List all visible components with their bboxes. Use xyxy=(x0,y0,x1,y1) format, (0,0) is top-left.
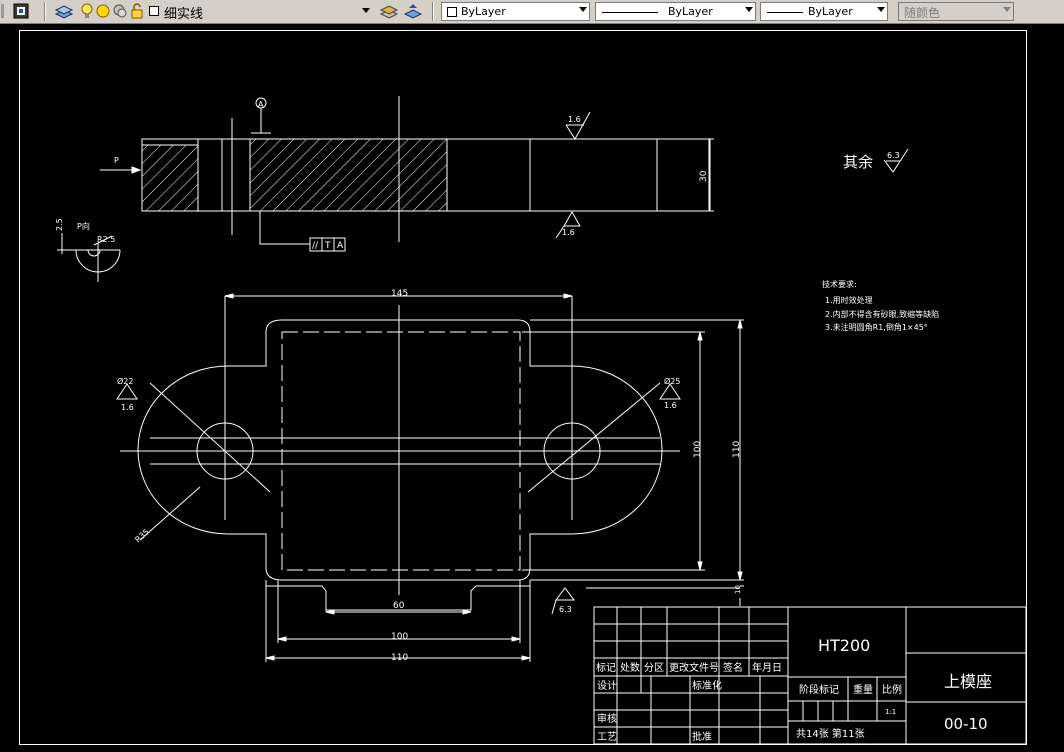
dimension-110-horizontal: 110 xyxy=(391,653,408,663)
title-part-name: 上模座 xyxy=(944,672,992,691)
detail-dimension-2-5: 2.5 xyxy=(55,218,64,231)
dimension-110-vertical: 110 xyxy=(732,441,742,458)
dimension-phi22: Ø22 xyxy=(117,376,133,386)
bulb-icon[interactable] xyxy=(80,2,94,20)
color-swatch-icon xyxy=(447,7,457,17)
match-properties-icon[interactable] xyxy=(10,2,32,20)
tolerance-datum: A xyxy=(337,241,344,251)
color-control-value: ByLayer xyxy=(461,5,506,18)
dimension-100-horizontal: 100 xyxy=(391,632,408,642)
chevron-down-icon[interactable] xyxy=(579,7,587,12)
viewport-freeze-icon[interactable] xyxy=(112,2,128,20)
chevron-down-icon[interactable] xyxy=(877,7,885,12)
properties-toolbar: 细实线 ByLayer ByLayer ByLayer 随颜色 xyxy=(0,0,1064,24)
toolbar-separator xyxy=(44,2,46,21)
view-arrow-label: P xyxy=(114,156,119,165)
title-material: HT200 xyxy=(818,636,870,655)
sheet-border xyxy=(19,30,1027,745)
dimension-145: 145 xyxy=(391,289,408,299)
linetype-preview xyxy=(602,12,658,13)
dimension-60: 60 xyxy=(393,601,405,611)
roughness-left-hole: 1.6 xyxy=(121,403,134,412)
roughness-top-value: 1.6 xyxy=(568,115,581,124)
linetype-control-dropdown[interactable]: ByLayer xyxy=(595,2,756,21)
sun-icon[interactable] xyxy=(96,2,110,20)
chevron-down-icon[interactable] xyxy=(1003,7,1011,12)
other-roughness-prefix: 其余 xyxy=(843,153,873,171)
title-review: 审核 xyxy=(597,712,617,725)
layer-dropdown[interactable]: 细实线 xyxy=(148,2,374,22)
title-scale-value: 1:1 xyxy=(885,708,896,716)
chevron-down-icon[interactable] xyxy=(745,7,753,12)
roughness-bottom-value: 1.6 xyxy=(562,228,575,237)
front-view xyxy=(100,96,714,252)
title-header-mark: 标记 xyxy=(596,662,616,674)
lineweight-control-value: ByLayer xyxy=(808,5,853,18)
thickness-dimension: 30 xyxy=(699,170,709,182)
plotstyle-control-dropdown[interactable]: 随颜色 xyxy=(898,2,1014,21)
model-space-canvas[interactable]: A P 30 1.6 1.6 // T A 2.5 P向 R2.5 其余 6.3… xyxy=(0,24,1064,748)
title-header-zone: 分区 xyxy=(644,662,664,674)
title-drawing-no: 00-10 xyxy=(944,715,988,733)
title-scale: 比例 xyxy=(882,683,902,696)
tolerance-value: T xyxy=(324,241,331,251)
cad-drawing: A P 30 1.6 1.6 // T A 2.5 P向 R2.5 其余 6.3… xyxy=(19,30,1027,745)
detail-radius: R2.5 xyxy=(97,235,115,244)
tech-req-3: 3.未注明圆角R1,倒角1×45° xyxy=(825,322,928,332)
layer-previous-icon[interactable] xyxy=(402,2,424,20)
other-roughness-value: 6.3 xyxy=(887,151,900,160)
tolerance-symbol: // xyxy=(312,241,319,251)
title-design: 设计 xyxy=(597,679,617,692)
dimension-phi25: Ø25 xyxy=(664,376,680,386)
title-header-change-doc: 更改文件号 xyxy=(669,661,719,674)
tech-req-2: 2.内部不得含有砂眼,致缩等缺陷 xyxy=(825,309,939,319)
title-header-count: 处数 xyxy=(620,661,640,674)
dimension-100-vertical: 100 xyxy=(693,441,703,458)
toolbar-separator xyxy=(432,2,434,21)
roughness-bottom-edge: 6.3 xyxy=(559,605,572,614)
title-header-date: 年月日 xyxy=(752,661,782,674)
title-process: 工艺 xyxy=(597,731,617,743)
layer-manager-icon[interactable] xyxy=(52,2,76,20)
section-label: P向 xyxy=(77,221,90,231)
toolbar-grip-icon xyxy=(0,2,6,20)
lineweight-control-dropdown[interactable]: ByLayer xyxy=(760,2,888,21)
lock-icon[interactable] xyxy=(130,2,144,20)
title-header-signature: 签名 xyxy=(723,661,743,674)
dimension-r35: R35 xyxy=(133,527,151,544)
small-dimension-right: 10 xyxy=(734,585,742,594)
title-weight: 重量 xyxy=(853,683,873,696)
lineweight-preview xyxy=(767,12,803,13)
title-approve: 批准 xyxy=(692,730,712,743)
layer-name: 细实线 xyxy=(164,7,204,22)
title-sheets: 共14张 第11张 xyxy=(796,727,865,740)
linetype-control-value: ByLayer xyxy=(668,5,713,18)
title-stage-mark: 阶段标记 xyxy=(799,683,839,696)
tech-req-title: 技术要求: xyxy=(822,279,857,289)
make-current-layer-icon[interactable] xyxy=(378,2,400,20)
chevron-down-icon[interactable] xyxy=(362,8,370,13)
tech-req-1: 1.用时效处理 xyxy=(825,295,873,305)
roughness-right-hole: 1.6 xyxy=(664,401,677,410)
color-control-dropdown[interactable]: ByLayer xyxy=(441,2,590,21)
title-standardization: 标准化 xyxy=(692,679,722,692)
plotstyle-control-value: 随颜色 xyxy=(904,6,941,20)
datum-label: A xyxy=(258,100,264,109)
